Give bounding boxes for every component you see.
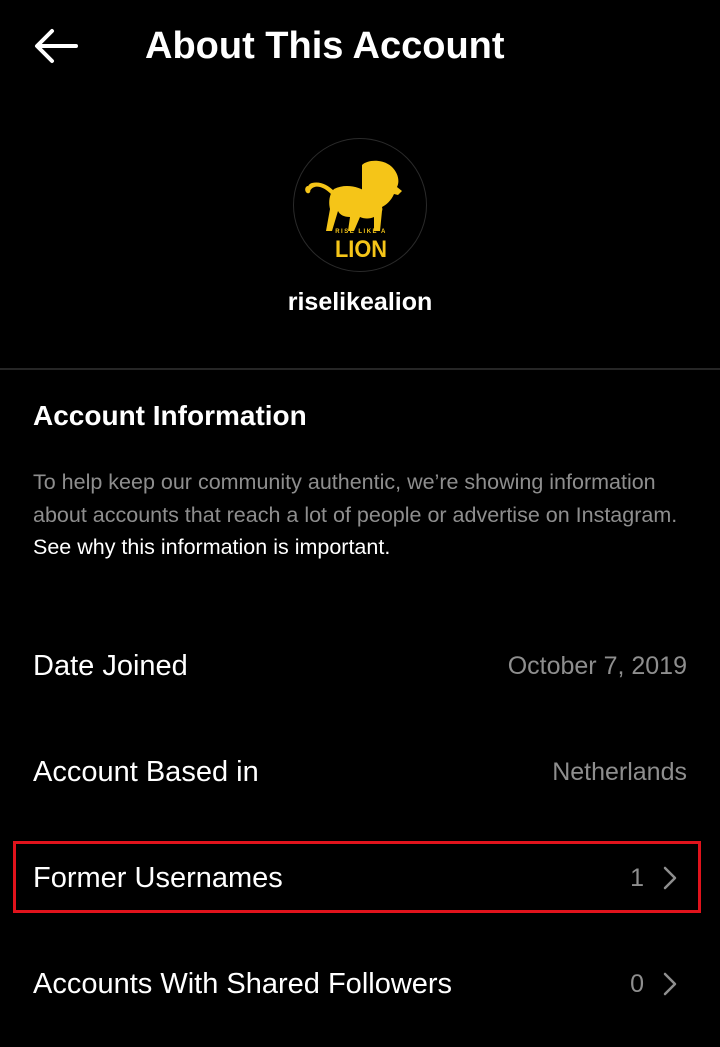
shared-followers-row[interactable]: Accounts With Shared Followers 0 bbox=[0, 949, 720, 1019]
back-button[interactable] bbox=[24, 18, 88, 74]
former-usernames-label: Former Usernames bbox=[33, 862, 283, 894]
date-joined-row: Date Joined October 7, 2019 bbox=[0, 631, 720, 701]
former-usernames-count: 1 bbox=[630, 864, 644, 892]
description-text: To help keep our community authentic, we… bbox=[33, 470, 678, 527]
section-heading: Account Information bbox=[33, 400, 307, 431]
divider bbox=[0, 368, 720, 370]
shared-followers-count: 0 bbox=[630, 970, 644, 998]
username: riselikealion bbox=[287, 288, 433, 316]
former-usernames-row[interactable]: Former Usernames 1 bbox=[0, 843, 720, 913]
logo-small-text: RISE LIKE A bbox=[335, 229, 387, 235]
top-bar: About This Account bbox=[0, 0, 720, 92]
chevron-right-icon bbox=[663, 866, 677, 890]
account-info-description: To help keep our community authentic, we… bbox=[33, 466, 698, 564]
avatar[interactable]: RISE LIKE A LION bbox=[293, 138, 427, 272]
date-joined-value: October 7, 2019 bbox=[507, 652, 687, 680]
logo-big-text: LION bbox=[335, 236, 387, 263]
shared-followers-label: Accounts With Shared Followers bbox=[33, 968, 453, 1000]
chevron-right-icon bbox=[663, 972, 677, 996]
account-based-in-value: Netherlands bbox=[552, 758, 687, 786]
lion-silhouette bbox=[305, 160, 402, 231]
page-title: About This Account bbox=[145, 25, 505, 67]
date-joined-label: Date Joined bbox=[33, 650, 188, 682]
why-important-link[interactable]: See why this information is important. bbox=[33, 535, 390, 559]
lion-logo: RISE LIKE A LION bbox=[305, 160, 402, 263]
account-based-in-row: Account Based in Netherlands bbox=[0, 737, 720, 807]
arrow-left-icon bbox=[35, 29, 78, 63]
account-based-in-label: Account Based in bbox=[33, 756, 259, 788]
